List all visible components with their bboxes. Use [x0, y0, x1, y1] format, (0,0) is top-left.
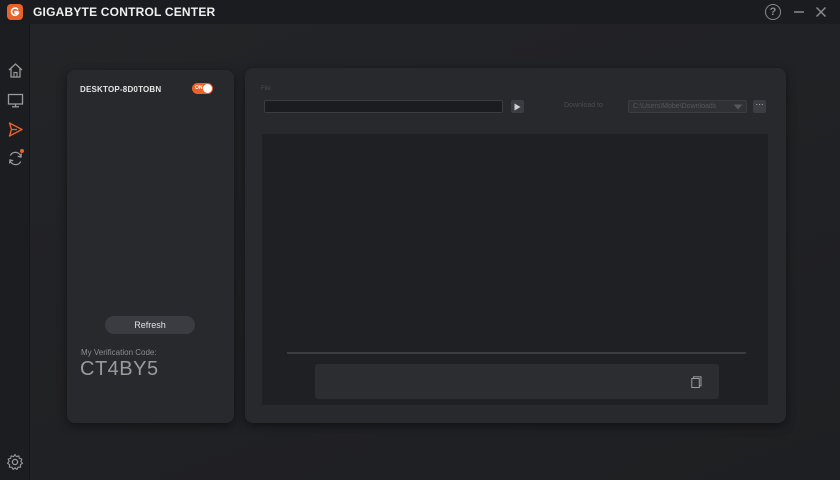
device-name: DESKTOP-8D0TOBN — [80, 85, 162, 94]
sidebar-item-monitor[interactable] — [5, 90, 25, 110]
sidebar-item-update[interactable] — [5, 148, 25, 168]
file-label: File — [261, 86, 271, 92]
transfer-list-area — [262, 134, 768, 405]
gigabyte-logo-icon — [7, 4, 23, 20]
app-title: GIGABYTE CONTROL CENTER — [33, 5, 216, 19]
download-path: C:\Users\Mobe\Downloads — [633, 103, 717, 110]
verification-code-label: My Verification Code: — [81, 348, 157, 357]
file-input[interactable] — [264, 100, 503, 113]
settings-button[interactable] — [5, 452, 25, 472]
device-toggle[interactable]: ON — [192, 83, 213, 94]
download-to-label: Download to — [564, 102, 603, 109]
play-icon — [514, 103, 521, 110]
close-button[interactable] — [812, 3, 830, 21]
clipboard-icon[interactable] — [690, 375, 702, 388]
message-input[interactable] — [315, 364, 719, 399]
browse-button[interactable]: ··· — [753, 100, 766, 113]
minimize-icon — [794, 11, 804, 13]
device-panel: DESKTOP-8D0TOBN ON Refresh My Verificati… — [67, 70, 234, 423]
close-icon — [815, 6, 827, 18]
download-path-select[interactable]: C:\Users\Mobe\Downloads — [628, 100, 747, 113]
minimize-button[interactable] — [790, 3, 808, 21]
transfer-panel: File Download to C:\Users\Mobe\Downloads… — [245, 68, 786, 423]
help-button[interactable]: ? — [765, 4, 781, 20]
title-bar: GIGABYTE CONTROL CENTER ? — [0, 0, 840, 24]
toggle-label: ON — [195, 85, 203, 91]
share-icon — [8, 121, 23, 137]
refresh-button[interactable]: Refresh — [105, 316, 195, 334]
toggle-knob — [203, 84, 212, 93]
sidebar-item-home[interactable] — [5, 60, 25, 80]
sidebar — [0, 24, 30, 480]
chevron-down-icon — [733, 104, 743, 110]
notification-dot — [20, 149, 24, 153]
send-button[interactable] — [511, 100, 524, 113]
home-icon — [8, 62, 22, 78]
gear-icon — [6, 453, 24, 470]
progress-track — [287, 352, 746, 354]
verification-code: CT4BY5 — [80, 358, 159, 380]
monitor-icon — [7, 93, 23, 107]
sidebar-item-share[interactable] — [5, 119, 25, 139]
